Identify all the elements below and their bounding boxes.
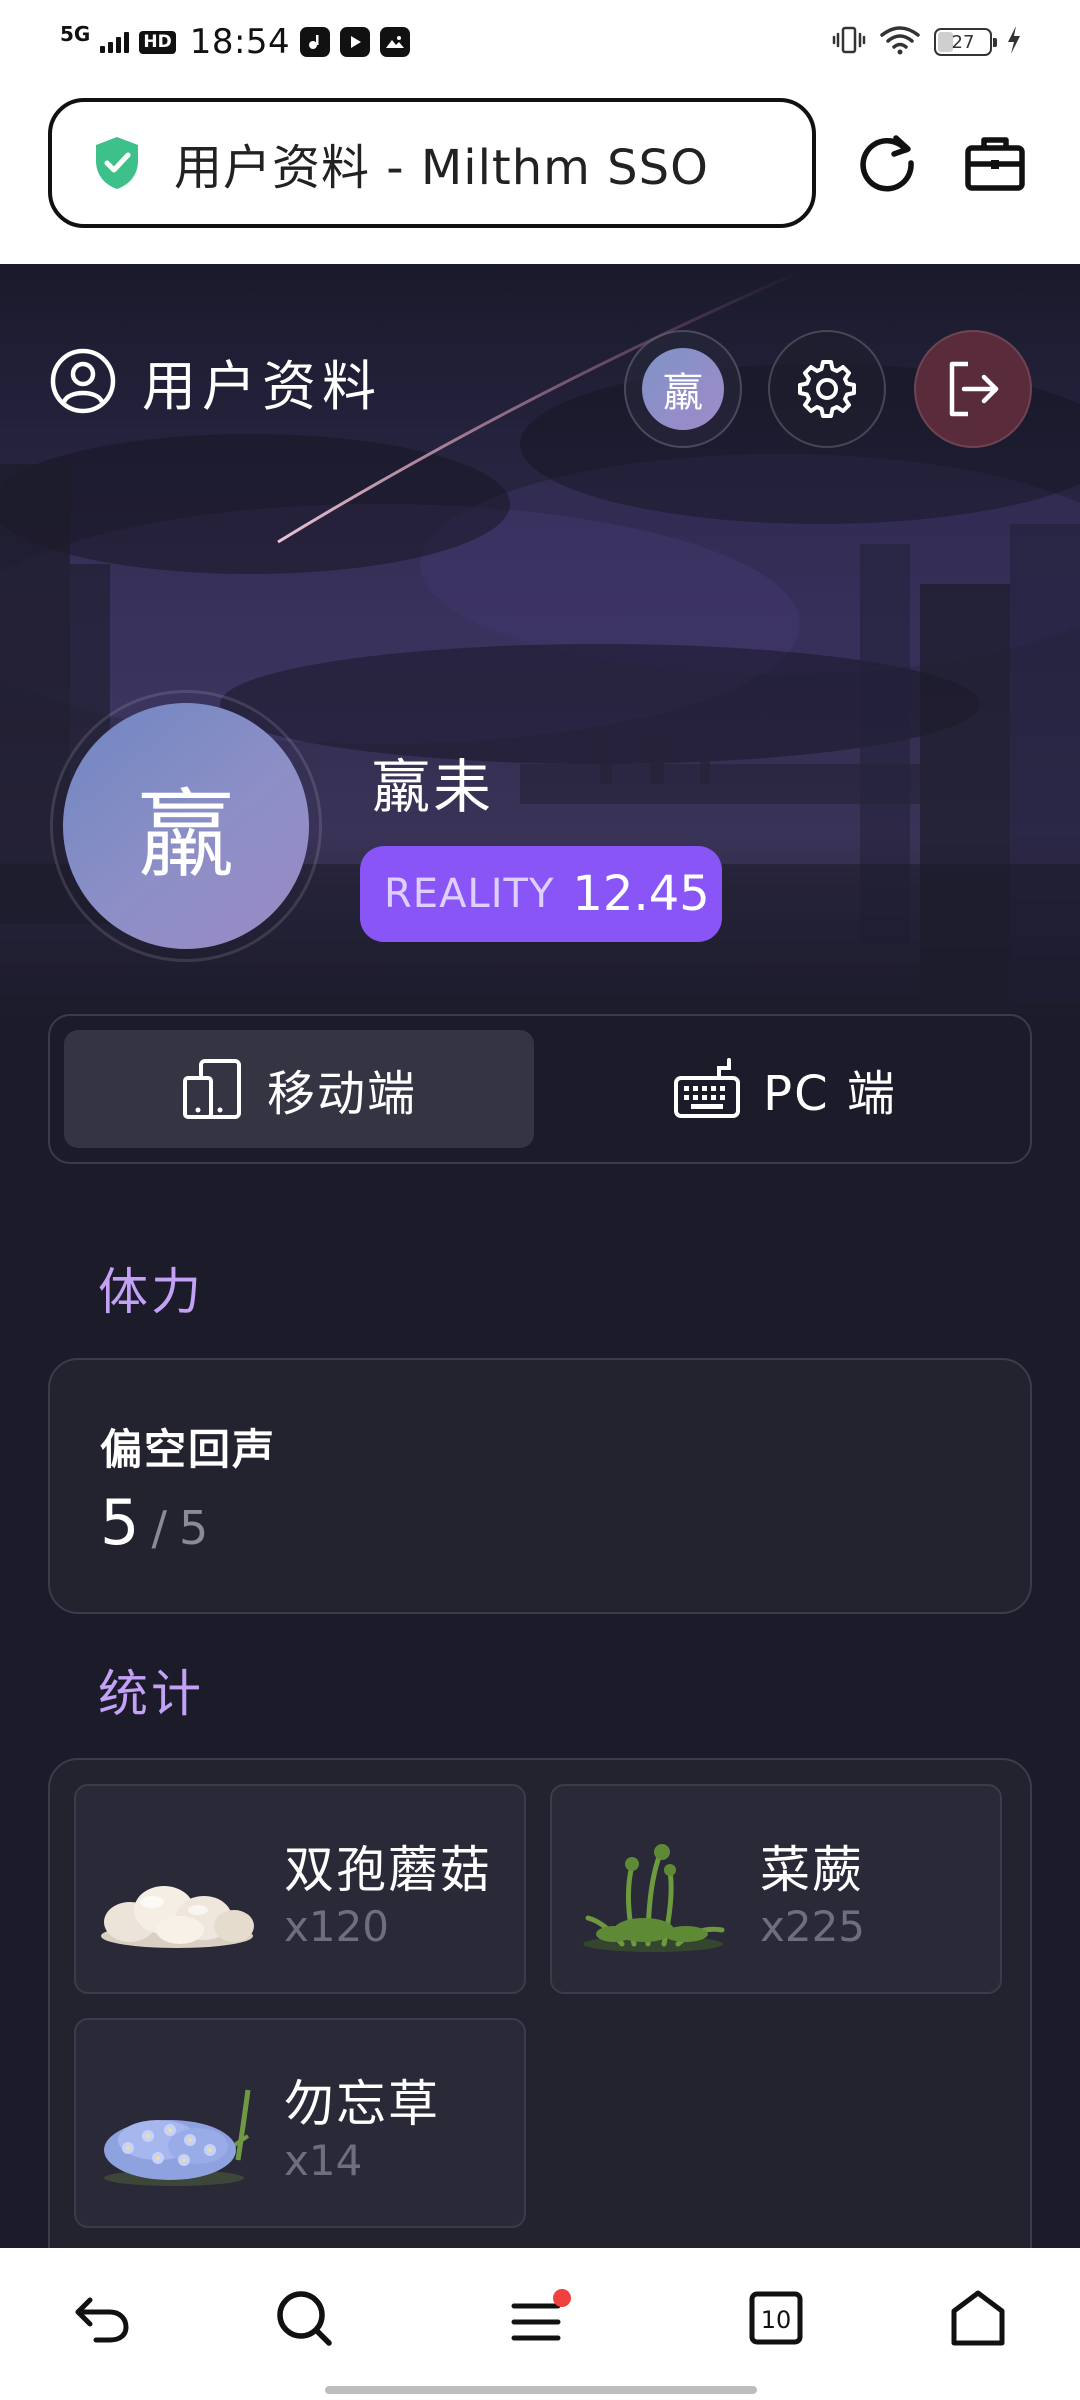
header-title: 用户资料 <box>142 354 382 418</box>
stat-item: 勿忘草 x14 <box>74 2018 526 2228</box>
fern-image <box>583 1844 725 1952</box>
stat-item-qty: x14 <box>284 2136 363 2185</box>
refresh-button[interactable] <box>852 128 922 198</box>
menu-icon <box>511 2289 571 2341</box>
settings-icon <box>798 360 856 418</box>
stat-item-name: 双孢蘑菇 <box>284 1841 492 1899</box>
username: 羸耒 <box>372 753 495 821</box>
stats-section-title: 统计 <box>98 1665 204 1723</box>
logout-button[interactable] <box>914 330 1032 448</box>
clock: 18:54 <box>189 22 291 62</box>
mushroom-image <box>101 1886 254 1948</box>
stamina-separator: / <box>151 1501 167 1555</box>
refresh-icon <box>860 135 914 192</box>
stamina-max: 5 <box>178 1501 209 1555</box>
browser-toolbar: 用户资料 - Milthm SSO <box>0 84 1080 264</box>
avatar: 羸 <box>642 348 724 430</box>
page-title: 用户资料 - Milthm SSO <box>174 140 709 196</box>
keyboard-icon <box>674 1058 741 1118</box>
menu-button[interactable] <box>500 2278 580 2358</box>
battery-icon: 27 <box>934 28 997 56</box>
profile-avatar: 羸 <box>50 690 322 962</box>
music-app-icon <box>300 27 331 57</box>
search-button[interactable] <box>264 2278 344 2358</box>
gallery-app-icon <box>380 27 411 57</box>
forget-me-not-image <box>104 2089 251 2186</box>
tabs-button[interactable]: 10 <box>736 2278 816 2358</box>
reality-value: 12.45 <box>572 866 710 922</box>
reality-badge: REALITY 12.45 <box>360 846 722 942</box>
account-avatar-button[interactable]: 羸 <box>624 330 742 448</box>
stamina-name: 偏空回声 <box>100 1425 277 1474</box>
signal-icon <box>100 31 130 53</box>
home-icon <box>951 2290 1005 2346</box>
video-app-icon <box>340 27 371 57</box>
user-circle-icon <box>50 348 116 414</box>
wifi-icon <box>880 25 920 59</box>
vibrate-icon <box>832 25 866 59</box>
avatar-initial: 羸 <box>63 703 309 949</box>
stat-item-name: 勿忘草 <box>284 2075 440 2133</box>
shield-check-icon <box>96 137 138 189</box>
tab-pc-label: PC 端 <box>763 1066 897 1122</box>
stamina-value: 5 / 5 <box>100 1486 208 1559</box>
tab-mobile[interactable]: 移动端 <box>64 1030 534 1148</box>
logout-icon <box>949 361 999 417</box>
hd-badge: HD <box>139 30 176 54</box>
stats-card: 双孢蘑菇 x120 菜蕨 x225 勿忘草 x14 <box>48 1758 1032 2248</box>
toolbox-icon <box>965 137 1025 191</box>
stamina-card: 偏空回声 5 / 5 <box>48 1358 1032 1614</box>
reality-label: REALITY <box>384 871 555 917</box>
status-bar: 5G HD 18:54 27 <box>0 0 1080 84</box>
profile-page: 用户资料 羸 羸 羸耒 REALITY 12.45 移动端 PC 端 体力 偏空… <box>0 264 1080 2248</box>
home-button[interactable] <box>938 2278 1018 2358</box>
platform-tabs: 移动端 PC 端 <box>48 1014 1032 1164</box>
stamina-section-title: 体力 <box>98 1263 204 1321</box>
network-type: 5G <box>60 22 91 46</box>
browser-bottom-nav: 10 <box>0 2248 1080 2400</box>
battery-level: 27 <box>951 31 975 53</box>
tab-mobile-label: 移动端 <box>266 1066 417 1122</box>
stat-item-qty: x225 <box>760 1902 866 1951</box>
back-button[interactable] <box>62 2278 142 2358</box>
profile-header: 用户资料 羸 <box>50 330 1034 450</box>
stat-item-qty: x120 <box>284 1902 390 1951</box>
charging-icon <box>1006 25 1022 59</box>
stat-item: 双孢蘑菇 x120 <box>74 1784 526 1994</box>
stat-item: 菜蕨 x225 <box>550 1784 1002 1994</box>
tabs-count: 10 <box>761 2306 792 2334</box>
stamina-current: 5 <box>100 1486 140 1559</box>
notification-dot <box>553 2289 571 2307</box>
gesture-handle <box>325 2386 757 2394</box>
back-icon <box>75 2297 129 2343</box>
tab-pc[interactable]: PC 端 <box>550 1030 1020 1148</box>
search-icon <box>277 2291 332 2346</box>
address-bar[interactable]: 用户资料 - Milthm SSO <box>48 98 816 228</box>
tabs-icon: 10 <box>749 2291 803 2345</box>
settings-button[interactable] <box>768 330 886 448</box>
stat-item-name: 菜蕨 <box>760 1841 864 1899</box>
toolbox-button[interactable] <box>960 128 1030 198</box>
mobile-icon <box>182 1059 241 1119</box>
